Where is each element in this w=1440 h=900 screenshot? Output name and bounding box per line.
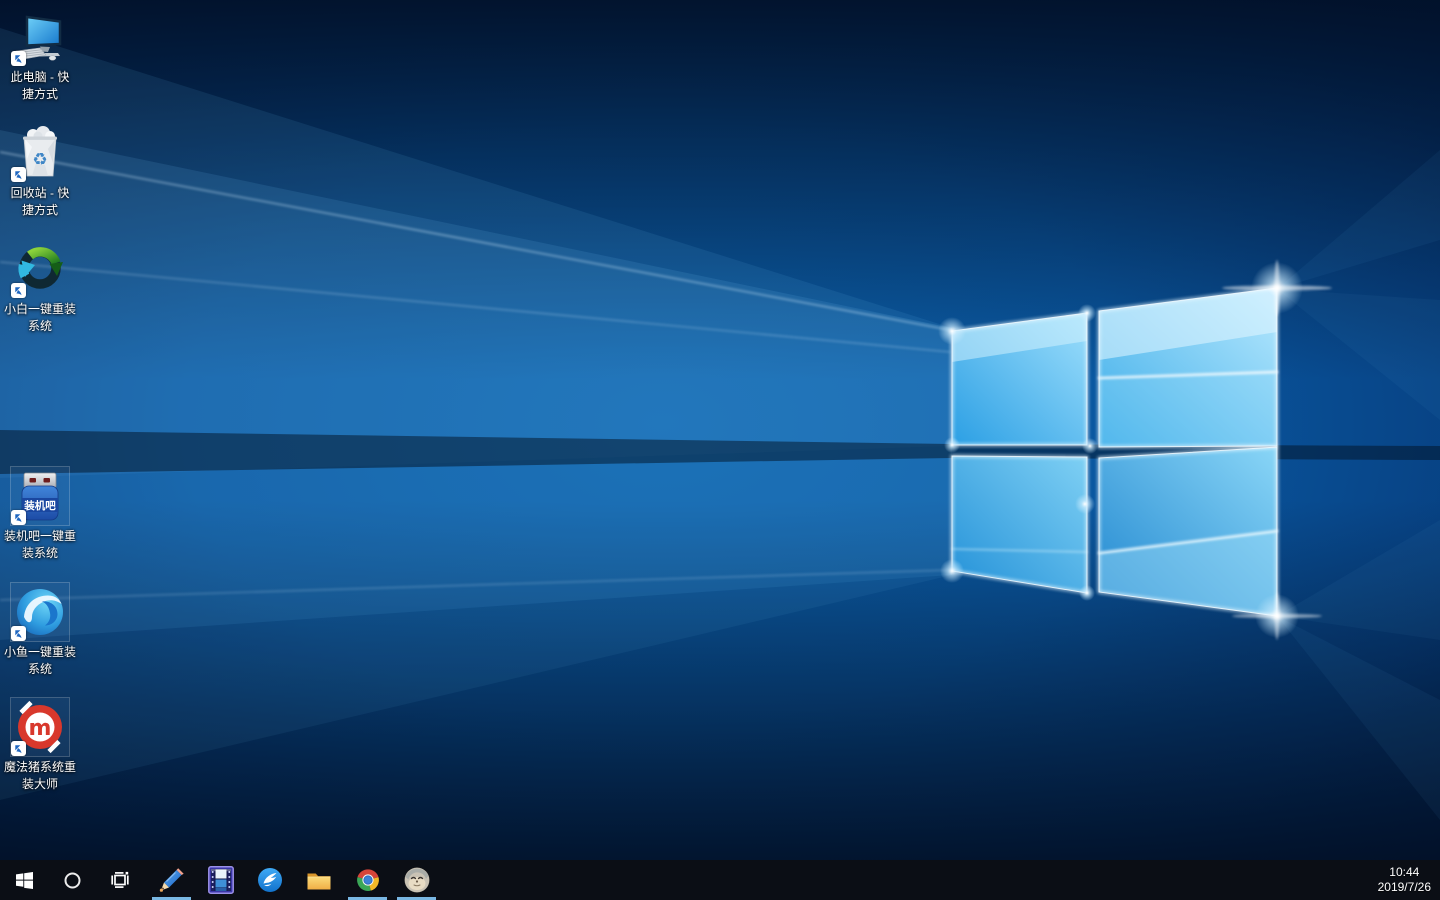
search-icon bbox=[64, 872, 80, 888]
clock-date: 2019/7/26 bbox=[1377, 880, 1431, 894]
desktop-icon-label: 回收站 - 快 捷方式 bbox=[10, 186, 70, 217]
avatar-cat-icon bbox=[403, 867, 430, 893]
desktop-icon-label: 小鱼一键重装 系统 bbox=[3, 645, 76, 676]
shortcut-arrow-icon bbox=[11, 741, 26, 756]
desktop-icon-this-pc[interactable]: 此电脑 - 快 捷方式 bbox=[0, 8, 80, 103]
desktop-icon-label: 此电脑 - 快 捷方式 bbox=[10, 70, 70, 101]
zhuangjiba-icon-frame: 装机吧 bbox=[10, 466, 70, 526]
desktop-icon-label: 魔法猪系统重 装大师 bbox=[3, 760, 76, 791]
xiaobai-icon-frame bbox=[11, 240, 69, 298]
film-strip-icon bbox=[207, 866, 234, 894]
shortcut-arrow-icon bbox=[11, 283, 26, 298]
svg-text:♻: ♻ bbox=[32, 150, 47, 170]
taskbar-file-explorer[interactable] bbox=[294, 860, 343, 900]
svg-text:装机吧: 装机吧 bbox=[23, 499, 56, 512]
taskbar: 10:44 2019/7/26 bbox=[0, 860, 1440, 900]
recycle-bin-icon-frame: ♻ bbox=[11, 124, 69, 182]
pinned-apps bbox=[147, 860, 441, 900]
desktop-icon-xiaoyu[interactable]: 小鱼一键重装 系统 bbox=[0, 582, 80, 678]
windows-hero-wallpaper bbox=[0, 0, 1440, 900]
taskbar-pencil-app[interactable] bbox=[147, 860, 196, 900]
shortcut-arrow-icon bbox=[11, 167, 26, 182]
shortcut-arrow-icon bbox=[11, 626, 26, 641]
desktop-icon-xiaobai[interactable]: 小白一键重装 系统 bbox=[0, 240, 80, 335]
clock-time: 10:44 bbox=[1389, 865, 1420, 879]
desktop-icon-zhuangjiba[interactable]: 装机吧 装机吧一键重 装系统 bbox=[0, 466, 80, 562]
start-button[interactable] bbox=[0, 860, 48, 900]
task-view-icon bbox=[111, 871, 129, 888]
taskbar-wing-app[interactable] bbox=[245, 860, 294, 900]
search-button[interactable] bbox=[48, 860, 96, 900]
desktop-icon-label: 装机吧一键重 装系统 bbox=[3, 529, 76, 560]
wing-icon bbox=[257, 868, 282, 892]
taskbar-chrome[interactable] bbox=[343, 860, 392, 900]
pencil-icon bbox=[159, 868, 184, 892]
desktop-icon-mofazhu[interactable]: m 魔法猪系统重 装大师 bbox=[0, 697, 80, 793]
shortcut-arrow-icon bbox=[11, 51, 26, 66]
windows-start-icon bbox=[15, 871, 33, 889]
task-view-button[interactable] bbox=[96, 860, 144, 900]
desktop-icon-label: 小白一键重装 系统 bbox=[3, 302, 76, 333]
this-pc-icon bbox=[11, 8, 69, 66]
taskbar-video-app[interactable] bbox=[196, 860, 245, 900]
desktop-icon-recycle-bin[interactable]: ♻ 回收站 - 快 捷方式 bbox=[0, 124, 80, 219]
taskbar-clock[interactable]: 10:44 2019/7/26 bbox=[1378, 865, 1431, 895]
shortcut-arrow-icon bbox=[11, 510, 26, 525]
chrome-icon bbox=[356, 869, 379, 891]
desktop: 此电脑 - 快 捷方式 ♻ 回收站 - 快 捷方式 小白一键重装 系统 装机吧 … bbox=[0, 0, 1440, 900]
mofazhu-icon-frame: m bbox=[10, 697, 70, 757]
taskbar-avatar-app[interactable] bbox=[392, 860, 441, 900]
system-tray: 10:44 2019/7/26 bbox=[1378, 860, 1440, 900]
folder-icon bbox=[307, 873, 330, 889]
svg-text:m: m bbox=[29, 716, 52, 741]
xiaoyu-icon-frame bbox=[10, 582, 70, 642]
